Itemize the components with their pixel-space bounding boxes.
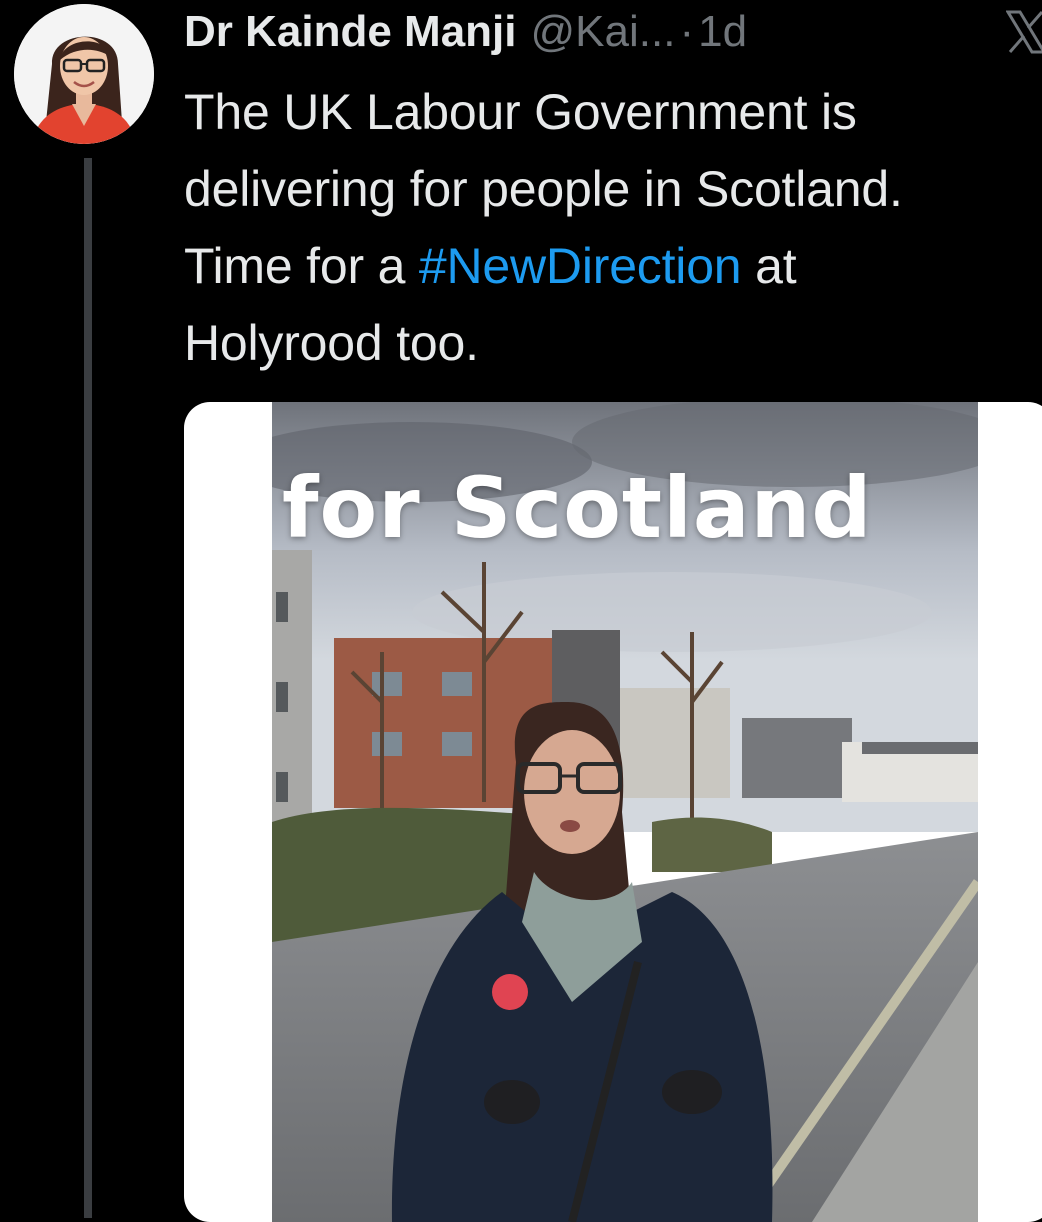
tweet[interactable]: Dr Kainde Manji @Kai... · 1d The UK Labo… [0, 0, 1042, 1222]
post-timestamp[interactable]: 1d [698, 4, 747, 60]
author-avatar[interactable] [14, 4, 154, 144]
video-overlay-caption: for Scotland [282, 459, 873, 557]
profile-photo-icon [14, 4, 154, 144]
meta-separator: · [679, 7, 695, 56]
video-player[interactable]: for Scotland [272, 402, 978, 1222]
x-logo-icon [1005, 10, 1042, 54]
author-display-name[interactable]: Dr Kainde Manji [184, 4, 517, 60]
author-handle[interactable]: @Kai... [531, 4, 676, 60]
tweet-header: Dr Kainde Manji @Kai... · 1d [184, 4, 747, 64]
hashtag-link[interactable]: #NewDirection [419, 238, 742, 294]
media-card[interactable]: for Scotland [184, 402, 1042, 1222]
post-text: The UK Labour Government is delivering f… [184, 74, 1042, 382]
thread-line [84, 158, 92, 1218]
